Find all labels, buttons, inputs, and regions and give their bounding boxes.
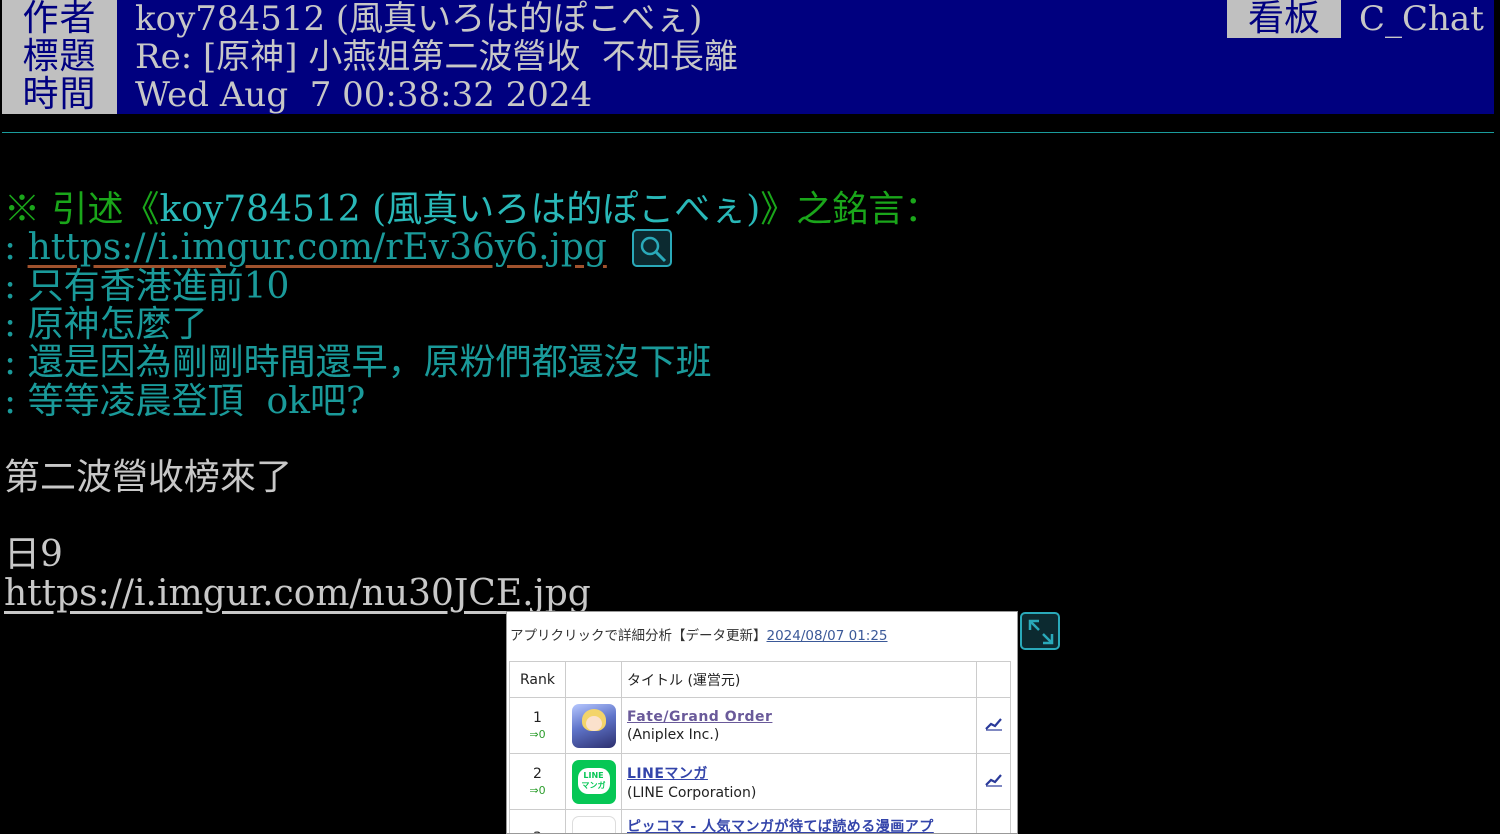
table-row: 1 ⇒0 Fate/Grand Order (Aniplex Inc.) [509,697,1011,754]
piccoma-app-icon [571,815,616,833]
embed-caption: アプリクリックで詳細分析【データ更新】2024/08/07 01:25 [510,624,888,644]
app-publisher: (LINE Corporation) [627,784,757,801]
image-preview-button[interactable] [632,229,672,267]
caption-date: 2024/08/07 01:25 [766,628,888,644]
search-icon [640,236,667,263]
caption-text: アプリクリックで詳細分析【データ更新】 [510,628,767,644]
app-publisher: (Aniplex Inc.) [627,726,720,743]
ranking-table: Rank タイトル (運営元) 1 ⇒0 Fate/Grand Order (Ani… [509,661,1011,834]
table-row: 3 ピッコマ - 人気マンガが待てば読める漫画アプ [509,809,1011,834]
col-title: タイトル (運営元) [621,661,977,698]
quote-header: ※ 引述《koy784512 (風真いろは的ぽこべぇ)》之銘言： [4,191,940,229]
author-label: 作者 [2,0,117,38]
article-header: 作者 koy784512 (風真いろは的ぽこべぇ) 看板 C_Chat 標題 R… [0,0,1500,114]
trend-chart-icon [984,717,1002,731]
icon-cell: LINE マンガ [565,753,622,810]
time-value: Wed Aug 7 00:38:32 2024 [117,76,1494,114]
table-header-row: Rank タイトル (運営元) [509,661,1011,698]
col-rank: Rank [509,661,566,698]
body-image-link[interactable]: https://i.imgur.com/nu30JCE.jpg [4,575,591,613]
quote-prefix: ※ 引述《 [4,189,160,230]
app-title-link: Fate/Grand Order [627,708,773,725]
title-label: 標題 [2,38,117,76]
rank-delta: ⇒0 [529,728,546,741]
quote-marker: : [4,227,28,268]
quote-line: : 只有香港進前10 [4,266,290,307]
expand-icon [1028,619,1054,645]
line-manga-app-icon: LINE マンガ [571,759,616,804]
app-title-link: ピッコマ - 人気マンガが待てば読める漫画アプ [627,819,934,834]
col-chart [976,661,1011,698]
title-row: 標題 Re: [原神] 小燕姐第二波營收 不如長離 [0,38,1500,76]
chart-cell [976,753,1011,810]
chart-cell [976,809,1011,833]
body-text: 第二波營收榜來了 [4,457,293,498]
quote-line: : 還是因為剛剛時間還早，原粉們都還沒下班 [4,342,712,383]
rank-cell: 3 [509,809,566,834]
quote-line: : 原神怎麼了 [4,304,208,345]
title-cell: LINEマンガ (LINE Corporation) [621,753,977,810]
rank-number: 1 [533,710,542,726]
quote-user: koy784512 (風真いろは的ぽこべぇ) [159,189,761,230]
col-icon [565,661,622,698]
app-title-link: LINEマンガ [627,765,708,782]
table-row: 2 ⇒0 LINE マンガ LINEマンガ (LINE Corporation) [509,753,1011,810]
title-value: Re: [原神] 小燕姐第二波營收 不如長離 [117,38,1494,76]
title-cell: ピッコマ - 人気マンガが待てば読める漫画アプ [621,809,977,834]
header-divider [2,132,1494,133]
title-cell: Fate/Grand Order (Aniplex Inc.) [621,697,977,754]
quote-link-line: : https://i.imgur.com/rEv36y6.jpg [4,229,607,267]
time-row: 時間 Wed Aug 7 00:38:32 2024 [0,76,1500,114]
author-value: koy784512 (風真いろは的ぽこべぇ) [117,0,1227,38]
rank-cell: 1 ⇒0 [509,697,566,754]
quote-image-link[interactable]: https://i.imgur.com/rEv36y6.jpg [28,227,607,268]
rank-number: 2 [533,766,542,782]
trend-chart-icon [984,773,1002,787]
quote-suffix: 》之銘言： [760,189,941,230]
rank-delta: ⇒0 [529,784,546,797]
embedded-image: アプリクリックで詳細分析【データ更新】2024/08/07 01:25 Rank… [506,611,1018,834]
fgo-app-icon [571,703,616,748]
chart-cell [976,697,1011,754]
board-label: 看板 [1227,0,1341,38]
time-label: 時間 [2,76,117,114]
board-value: C_Chat [1341,0,1494,38]
rank-cell: 2 ⇒0 [509,753,566,810]
rank-number: 3 [510,830,565,834]
body-text: 日9 [4,534,63,575]
icon-cell [565,697,622,754]
quote-line: : 等等凌晨登頂 ok吧? [4,381,366,422]
expand-image-button[interactable] [1020,612,1060,650]
icon-cell [565,809,622,833]
